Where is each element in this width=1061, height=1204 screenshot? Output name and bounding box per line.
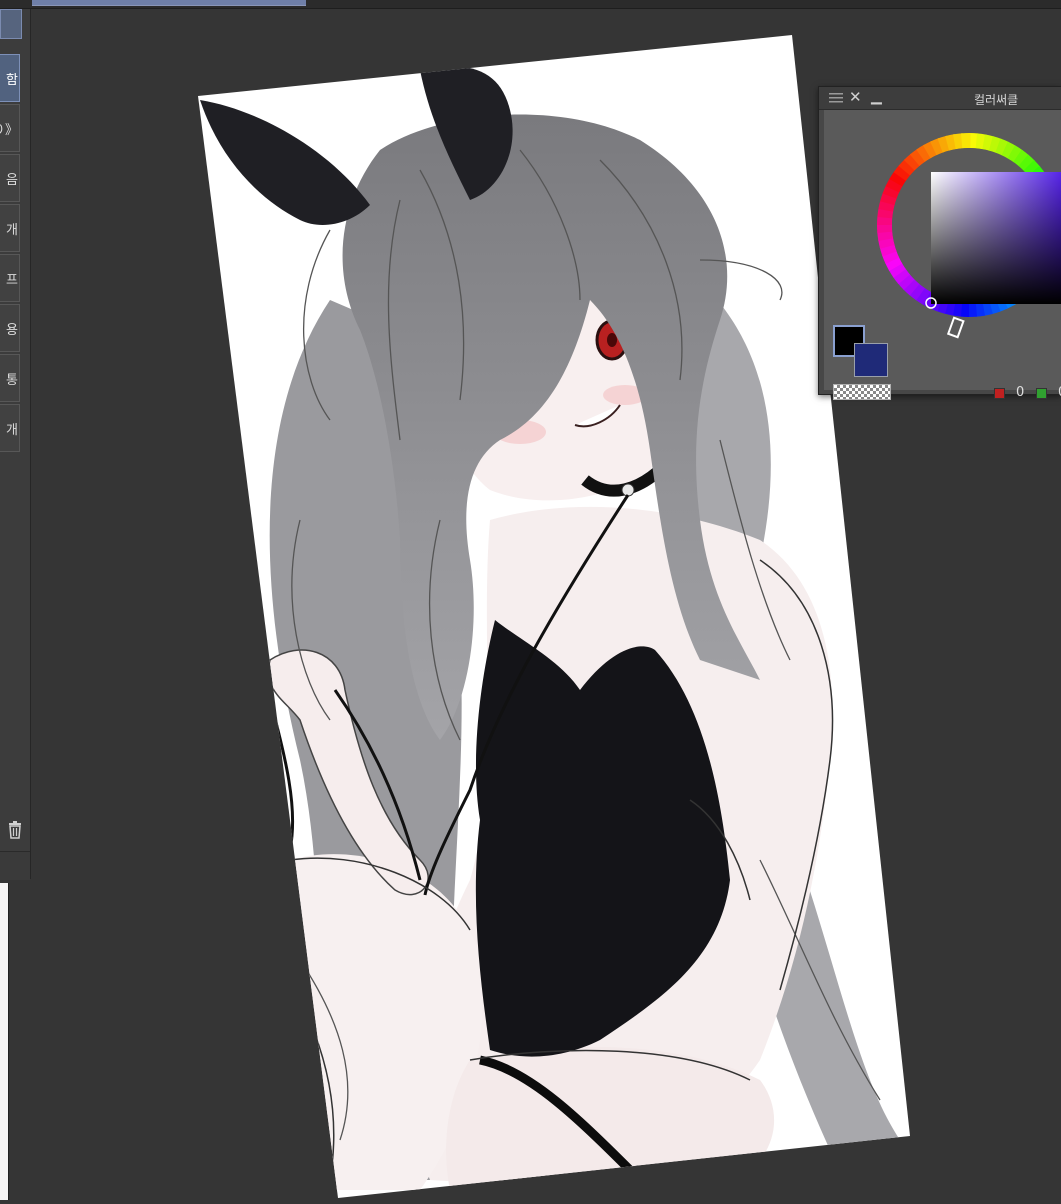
hue-cursor[interactable] — [946, 316, 965, 339]
green-channel-chip — [1036, 388, 1047, 399]
navigator-thumbnail[interactable] — [0, 883, 9, 1200]
minimize-icon[interactable]: ▁ — [871, 89, 882, 106]
sidebar-item-label: 프 — [6, 272, 18, 288]
color-circle-body: 0 0 — [824, 110, 1061, 400]
sidebar-item-label: 음 — [6, 172, 18, 188]
color-circle-panel: ✕ ▁ 컬러써클 0 — [818, 86, 1061, 400]
red-channel-value[interactable]: 0 — [1016, 385, 1024, 400]
left-panel: 함 り》 음 개 프 용 통 개 — [0, 9, 31, 880]
transparent-color-swatch[interactable] — [833, 384, 891, 400]
sidebar-item-label: 개 — [6, 222, 18, 238]
sidebar-item-5[interactable]: 프 — [0, 254, 20, 302]
sidebar-item-8[interactable]: 개 — [0, 404, 20, 452]
sidebar-item-3[interactable]: 음 — [0, 154, 20, 202]
sidebar-item-4[interactable]: 개 — [0, 204, 20, 252]
hue-ring[interactable] — [824, 110, 1061, 360]
sidebar-item-label: 개 — [6, 422, 18, 438]
sidebar-item-label: 함 — [6, 72, 18, 88]
sidebar-item-label: り》 — [0, 122, 18, 138]
sidebar-item-1[interactable]: 함 — [0, 54, 20, 102]
sidebar-item-7[interactable]: 통 — [0, 354, 20, 402]
sidebar-item-label: 통 — [6, 372, 18, 388]
panel-footer — [0, 851, 30, 880]
sidebar-item-label: 용 — [6, 322, 18, 338]
panel-title: 컬러써클 — [974, 93, 1019, 107]
red-channel-chip — [994, 388, 1005, 399]
delete-button[interactable] — [0, 815, 30, 845]
sidebar-item-2[interactable]: り》 — [0, 104, 20, 152]
sub-color-swatch[interactable] — [854, 343, 888, 377]
close-icon[interactable]: ✕ — [849, 89, 862, 106]
menu-icon[interactable] — [829, 93, 843, 103]
trash-icon — [9, 821, 21, 839]
hue-segment[interactable] — [960, 133, 971, 149]
panel-title-bar[interactable]: ✕ ▁ 컬러써클 — [819, 87, 1061, 110]
panel-toggle-button[interactable] — [0, 9, 22, 39]
sidebar-item-6[interactable]: 용 — [0, 304, 20, 352]
